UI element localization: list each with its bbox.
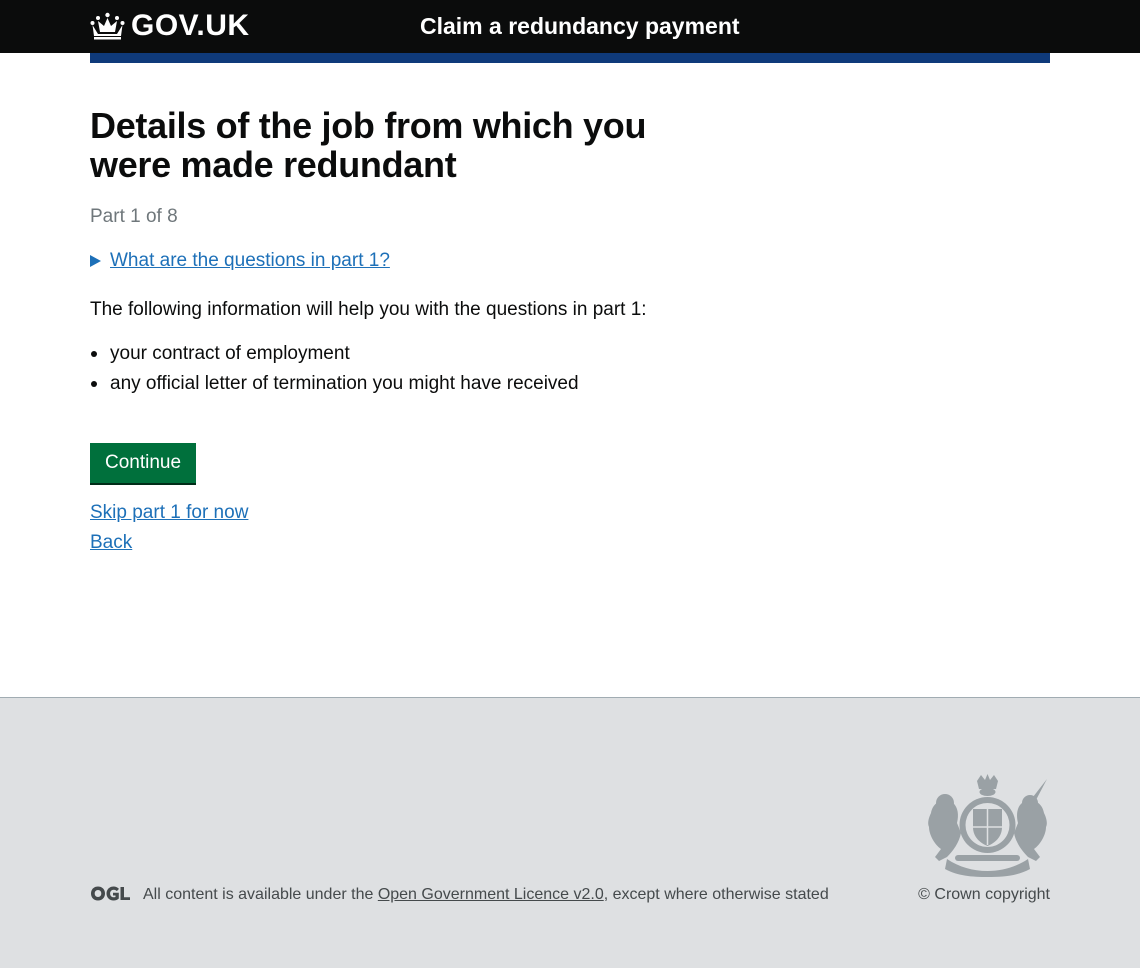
continue-button[interactable]: Continue [90,443,197,483]
secondary-links: Skip part 1 for now Back [90,498,1050,558]
govuk-logo-link[interactable]: GOV.UK [90,8,250,44]
skip-part-link[interactable]: Skip part 1 for now [90,498,1050,528]
site-header: GOV.UK Claim a redundancy payment [0,0,1140,53]
crown-copyright-link[interactable]: © Crown copyright [918,884,1050,906]
crown-icon [90,12,131,40]
logo-text: GOV.UK [131,9,250,42]
licence-link[interactable]: Open Government Licence v2.0 [378,886,604,903]
triangle-right-icon [90,254,101,267]
list-item: any official letter of termination you m… [90,371,1050,396]
details-summary[interactable]: What are the questions in part 1? [110,248,390,273]
site-footer: All content is available under the Open … [0,697,1140,968]
details-toggle[interactable]: What are the questions in part 1? [90,248,1050,273]
intro-text: The following information will help you … [90,299,647,320]
service-name-link[interactable]: Claim a redundancy payment [420,10,740,42]
footer-container: All content is available under the Open … [90,698,1050,968]
licence-suffix: , except where otherwise stated [603,886,829,903]
list-item: your contract of employment [90,341,1050,366]
part-caption: Part 1 of 8 [90,206,178,227]
licence-prefix: All content is available under the [143,886,378,903]
info-list: your contract of employment any official… [90,341,1050,396]
main-content: Details of the job from which you were m… [90,100,1050,558]
page-title: Details of the job from which you were m… [90,105,647,185]
header-container: GOV.UK Claim a redundancy payment [90,0,1050,53]
header-blue-bar [90,53,1050,63]
back-link[interactable]: Back [90,528,1050,558]
licence-text: All content is available under the Open … [143,884,829,906]
